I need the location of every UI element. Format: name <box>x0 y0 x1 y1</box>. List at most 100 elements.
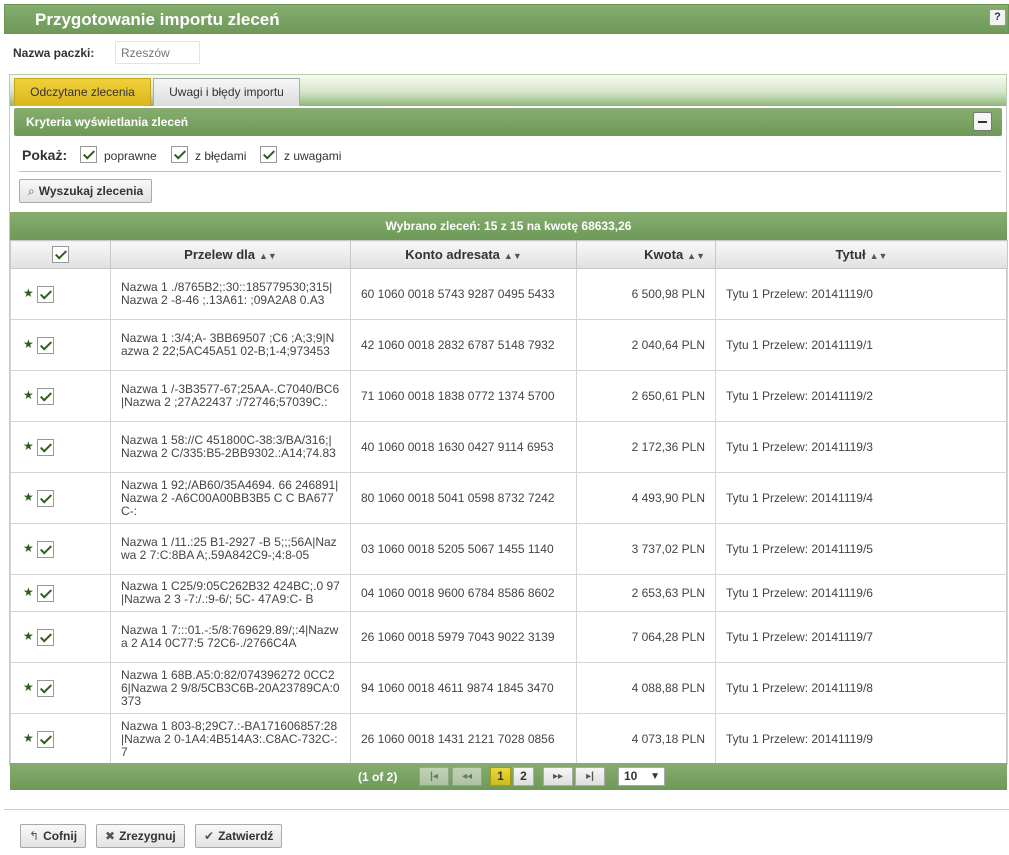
divider <box>19 171 1001 172</box>
row-checkbox[interactable] <box>37 285 54 303</box>
row-checkbox[interactable] <box>37 540 54 558</box>
title-cell: Tytu 1 Przelew: 20141119/5 <box>715 523 1008 575</box>
back-button[interactable]: ↰ Cofnij <box>20 824 87 848</box>
row-select-cell: ★ <box>10 574 111 612</box>
filter-notes-label: z uwagami <box>284 149 342 163</box>
star-icon: ★ <box>23 439 34 454</box>
filter-notes-checkbox[interactable] <box>260 146 277 163</box>
tab-read-orders[interactable]: Odczytane zlecenia <box>14 78 151 106</box>
row-select-cell: ★ <box>10 611 111 663</box>
row-select-cell: ★ <box>10 421 111 473</box>
search-orders-button[interactable]: ⌕ Wyszukaj zlecenia <box>19 179 153 203</box>
title-cell: Tytu 1 Przelew: 20141119/0 <box>715 268 1008 320</box>
table-row[interactable]: ★ Nazwa 1 58://C 451800C-38:3/BA/316;|Naz… <box>10 421 1008 473</box>
search-icon: ⌕ <box>28 184 35 198</box>
table-row[interactable]: ★ Nazwa 1 /-3B3577-67;25AA-.C7040/BC6|Naz… <box>10 370 1008 422</box>
star-icon: ★ <box>23 541 34 556</box>
star-icon: ★ <box>23 680 34 695</box>
row-select-cell: ★ <box>10 713 111 765</box>
table-row[interactable]: ★ Nazwa 1 :3/4;A- 3BB69507 ;C6 ;A;3;9|Naz… <box>10 319 1008 371</box>
star-icon: ★ <box>23 731 34 746</box>
amount-cell: 4 088,88 PLN <box>576 662 716 714</box>
page-info: (1 of 2) <box>358 770 398 784</box>
table-header-row: Przelew dla ▲▼ Konto adresata ▲▼ Kwota ▲▼ T… <box>10 240 1008 269</box>
page-1-button[interactable]: 1 <box>490 767 511 786</box>
recipient-cell: Nazwa 1 /-3B3577-67;25AA-.C7040/BC6|Nazw… <box>110 370 351 422</box>
star-icon: ★ <box>23 490 34 505</box>
row-select-cell: ★ <box>10 370 111 422</box>
title-cell: Tytu 1 Przelew: 20141119/9 <box>715 713 1008 765</box>
package-name-label: Nazwa paczki: <box>13 46 95 60</box>
criteria-header: Kryteria wyświetlania zleceń <box>14 108 1002 136</box>
row-checkbox[interactable] <box>37 730 54 748</box>
confirm-button[interactable]: ✔ Zatwierdź <box>195 824 283 848</box>
row-checkbox[interactable] <box>37 387 54 405</box>
recipient-cell: Nazwa 1 803-8;29C7.:-BA171606857:28|Nazw… <box>110 713 351 765</box>
cancel-button[interactable]: ✖ Zrezygnuj <box>96 824 185 848</box>
title-cell: Tytu 1 Przelew: 20141119/1 <box>715 319 1008 371</box>
sort-icon: ▲▼ <box>869 251 888 261</box>
title-cell: Tytu 1 Przelew: 20141119/8 <box>715 662 1008 714</box>
recipient-cell: Nazwa 1 :3/4;A- 3BB69507 ;C6 ;A;3;9|Nazw… <box>110 319 351 371</box>
amount-cell: 6 500,98 PLN <box>576 268 716 320</box>
star-icon: ★ <box>23 629 34 644</box>
table-row[interactable]: ★ Nazwa 1 803-8;29C7.:-BA171606857:28|Naz… <box>10 713 1008 765</box>
account-cell: 60 1060 0018 5743 9287 0495 5433 <box>350 268 577 320</box>
column-header-amount[interactable]: Kwota ▲▼ <box>576 240 716 269</box>
help-button[interactable]: ? <box>989 9 1006 26</box>
account-cell: 42 1060 0018 2832 6787 5148 7932 <box>350 319 577 371</box>
column-header-title[interactable]: Tytuł ▲▼ <box>715 240 1008 269</box>
criteria-title: Kryteria wyświetlania zleceń <box>26 115 189 129</box>
package-name-input[interactable] <box>115 41 200 64</box>
prev-page-button[interactable]: ◂◂ <box>452 767 482 786</box>
collapse-button[interactable] <box>973 112 992 131</box>
title-cell: Tytu 1 Przelew: 20141119/6 <box>715 574 1008 612</box>
recipient-cell: Nazwa 1 7:::01.-:5/8:769629.89/;:4|Nazwa… <box>110 611 351 663</box>
amount-cell: 2 653,63 PLN <box>576 574 716 612</box>
row-checkbox[interactable] <box>37 679 54 697</box>
row-select-cell: ★ <box>10 523 111 575</box>
table-row[interactable]: ★ Nazwa 1 C25/9:05C262B32 424BC;.0 97|Naz… <box>10 574 1008 612</box>
title-cell: Tytu 1 Przelew: 20141119/7 <box>715 611 1008 663</box>
account-cell: 04 1060 0018 9600 6784 8586 8602 <box>350 574 577 612</box>
pager: (1 of 2) |◂ ◂◂ 1 2 ▸▸ ▸| 10 ▼ <box>10 763 1007 790</box>
column-header-recipient[interactable]: Przelew dla ▲▼ <box>110 240 351 269</box>
sort-icon: ▲▼ <box>503 251 522 261</box>
title-cell: Tytu 1 Przelew: 20141119/2 <box>715 370 1008 422</box>
row-select-cell: ★ <box>10 319 111 371</box>
account-cell: 40 1060 0018 1630 0427 9114 6953 <box>350 421 577 473</box>
rows-per-page-select[interactable]: 10 ▼ <box>618 767 665 786</box>
select-all-header <box>10 240 111 269</box>
first-page-button[interactable]: |◂ <box>419 767 449 786</box>
close-icon: ✖ <box>105 829 116 843</box>
footer-divider <box>4 809 1009 810</box>
row-checkbox[interactable] <box>37 336 54 354</box>
tab-import-notes[interactable]: Uwagi i błędy importu <box>153 78 300 106</box>
account-cell: 94 1060 0018 4611 9874 1845 3470 <box>350 662 577 714</box>
column-header-account[interactable]: Konto adresata ▲▼ <box>350 240 577 269</box>
table-row[interactable]: ★ Nazwa 1 92;/AB60/35A4694. 66 246891|Naz… <box>10 472 1008 524</box>
filter-correct-checkbox[interactable] <box>80 146 97 163</box>
last-page-button[interactable]: ▸| <box>575 767 605 786</box>
table-row[interactable]: ★ Nazwa 1 ./8765B2;:30::185779530;315|Naz… <box>10 268 1008 320</box>
row-checkbox[interactable] <box>37 584 54 602</box>
row-checkbox[interactable] <box>37 489 54 507</box>
row-checkbox[interactable] <box>37 628 54 646</box>
recipient-cell: Nazwa 1 ./8765B2;:30::185779530;315|Nazw… <box>110 268 351 320</box>
title-cell: Tytu 1 Przelew: 20141119/3 <box>715 421 1008 473</box>
show-label: Pokaż: <box>22 147 68 163</box>
table-row[interactable]: ★ Nazwa 1 7:::01.-:5/8:769629.89/;:4|Nazw… <box>10 611 1008 663</box>
amount-cell: 2 172,36 PLN <box>576 421 716 473</box>
star-icon: ★ <box>23 286 34 301</box>
dropdown-arrow-icon: ▼ <box>650 771 660 782</box>
table-row[interactable]: ★ Nazwa 1 /11.:25 B1-2927 -B 5;;;56A|Nazw… <box>10 523 1008 575</box>
star-icon: ★ <box>23 585 34 600</box>
next-page-button[interactable]: ▸▸ <box>543 767 573 786</box>
select-all-checkbox[interactable] <box>52 246 69 264</box>
table-row[interactable]: ★ Nazwa 1 68B.A5:0:82/074396272 0CC26|Naz… <box>10 662 1008 714</box>
account-cell: 80 1060 0018 5041 0598 8732 7242 <box>350 472 577 524</box>
filter-errors-checkbox[interactable] <box>171 146 188 163</box>
recipient-cell: Nazwa 1 58://C 451800C-38:3/BA/316;|Nazw… <box>110 421 351 473</box>
page-2-button[interactable]: 2 <box>513 767 534 786</box>
row-checkbox[interactable] <box>37 438 54 456</box>
